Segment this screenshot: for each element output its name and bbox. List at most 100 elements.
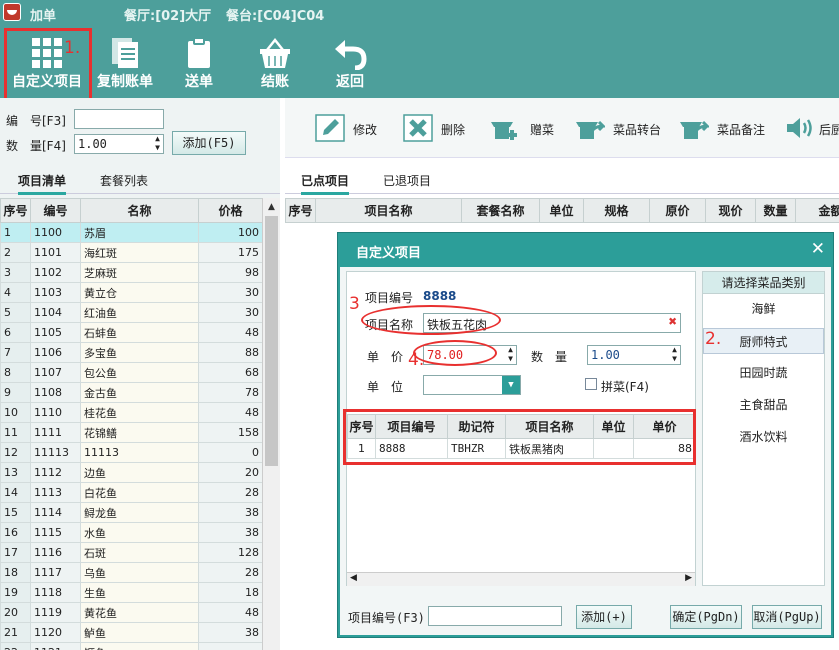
scroll-thumb[interactable] xyxy=(265,216,278,466)
table-row[interactable]: 9 1108 金古鱼 78 xyxy=(0,382,263,403)
left-tabs: 项目清单 套餐列表 xyxy=(0,168,280,195)
ok-button[interactable]: 确定(PgDn) xyxy=(670,605,742,629)
tab-ordered[interactable]: 已点项目 xyxy=(301,172,350,195)
cell-price: 88 xyxy=(198,342,263,363)
cancel-button[interactable]: 取消(PgUp) xyxy=(752,605,822,629)
close-icon[interactable]: ✕ xyxy=(811,239,825,259)
table-row[interactable]: 2 1101 海红斑 175 xyxy=(0,242,263,263)
highlight-item-grid xyxy=(343,409,696,465)
table-row[interactable]: 15 1114 鲟龙鱼 38 xyxy=(0,502,263,523)
bottom-code-input[interactable] xyxy=(428,606,562,626)
cell-code: 1110 xyxy=(30,402,81,423)
col-code[interactable]: 编号 xyxy=(30,198,81,223)
cell-no: 11 xyxy=(0,422,31,443)
ordered-col[interactable]: 序号 xyxy=(285,198,316,223)
annotation-4: 4. xyxy=(408,350,425,370)
ordered-col[interactable]: 现价 xyxy=(705,198,756,223)
ordered-col[interactable]: 规格 xyxy=(583,198,650,223)
tab-items[interactable]: 项目清单 xyxy=(18,172,67,195)
table-row[interactable]: 14 1113 白花鱼 28 xyxy=(0,482,263,503)
cell-no: 9 xyxy=(0,382,31,403)
cell-code: 1112 xyxy=(30,462,81,483)
col-name[interactable]: 名称 xyxy=(80,198,199,223)
table-row[interactable]: 10 1110 桂花鱼 48 xyxy=(0,402,263,423)
ordered-col[interactable]: 套餐名称 xyxy=(461,198,540,223)
col-no[interactable]: 序号 xyxy=(0,198,31,223)
table-row[interactable]: 16 1115 水鱼 38 xyxy=(0,522,263,543)
add-button[interactable]: 添加(F5) xyxy=(172,131,246,155)
table-row[interactable]: 1 1100 苏眉 100 xyxy=(0,222,263,243)
back-button[interactable]: 返回 xyxy=(320,26,380,98)
cell-price: 48 xyxy=(198,402,263,423)
copy-document-icon xyxy=(112,38,138,68)
scroll-right-icon[interactable]: ▶ xyxy=(685,573,692,583)
dialog-add-button[interactable]: 添加(+) xyxy=(576,605,632,629)
tab-packages[interactable]: 套餐列表 xyxy=(100,172,148,192)
grid-hscrollbar[interactable]: ◀ ▶ xyxy=(347,572,695,586)
cell-name: 白花鱼 xyxy=(80,482,199,503)
code-label: 编 号[F3] xyxy=(6,114,66,128)
ordered-col[interactable]: 金额 xyxy=(795,198,839,223)
table-row[interactable]: 13 1112 边鱼 20 xyxy=(0,462,263,483)
table-row[interactable]: 5 1104 红油鱼 30 xyxy=(0,302,263,323)
table-row[interactable]: 20 1119 黄花鱼 48 xyxy=(0,602,263,623)
unit-select[interactable]: ▼ xyxy=(423,375,521,395)
col-price[interactable]: 价格 xyxy=(198,198,263,223)
cell-code: 1105 xyxy=(30,322,81,343)
table-row[interactable]: 7 1106 多宝鱼 88 xyxy=(0,342,263,363)
transfer-dish-button[interactable]: 菜品转台 xyxy=(575,114,665,144)
price-arrows-icon[interactable]: ▲ ▼ xyxy=(508,345,513,363)
checkout-button[interactable]: 结账 xyxy=(244,26,306,98)
table-row[interactable]: 6 1105 石蚌鱼 48 xyxy=(0,322,263,343)
combo-checkbox[interactable] xyxy=(585,378,597,390)
qty-dialog-value: 1.00 xyxy=(591,348,620,362)
edit-button[interactable]: 修改 xyxy=(315,114,385,144)
table-row[interactable]: 12 11113 11113 0 xyxy=(0,442,263,463)
ordered-col[interactable]: 原价 xyxy=(649,198,706,223)
ordered-col[interactable]: 数量 xyxy=(755,198,796,223)
qty-arrows-icon[interactable]: ▲ ▼ xyxy=(672,345,677,363)
ordered-col[interactable]: 项目名称 xyxy=(315,198,462,223)
clear-icon[interactable]: ✖ xyxy=(669,314,677,330)
category-staples-desserts[interactable]: 主食甜品 xyxy=(703,392,824,418)
copy-bill-button[interactable]: 复制账单 xyxy=(90,26,160,98)
items-scrollbar[interactable]: ▲ xyxy=(262,198,280,650)
table-row[interactable]: 19 1118 生鱼 18 xyxy=(0,582,263,603)
qty-stepper[interactable]: 1.00 ▲ ▼ xyxy=(74,134,164,154)
cell-price: 38 xyxy=(198,502,263,523)
cell-code: 1115 xyxy=(30,522,81,543)
table-row[interactable]: 17 1116 石斑 128 xyxy=(0,542,263,563)
qty-dialog-stepper[interactable]: 1.00 ▲ ▼ xyxy=(587,345,681,365)
cell-code: 1111 xyxy=(30,422,81,443)
table-row[interactable]: 21 1120 鲈鱼 38 xyxy=(0,622,263,643)
dish-note-button[interactable]: 菜品备注 xyxy=(679,114,769,144)
kitchen-broadcast-button[interactable]: 后厨 xyxy=(785,114,839,144)
tab-returned[interactable]: 已退项目 xyxy=(383,172,431,192)
clipboard-icon xyxy=(188,37,210,68)
scroll-left-icon[interactable]: ◀ xyxy=(350,573,357,583)
table-row[interactable]: 4 1103 黄立仓 30 xyxy=(0,282,263,303)
chevron-down-icon[interactable]: ▼ xyxy=(502,376,520,394)
code-input[interactable] xyxy=(74,109,164,129)
cell-name: 包公鱼 xyxy=(80,362,199,383)
table-row[interactable]: 221121鳜鱼 xyxy=(0,642,263,650)
table-row[interactable]: 18 1117 乌鱼 28 xyxy=(0,562,263,583)
scroll-up-icon[interactable]: ▲ xyxy=(263,200,280,214)
table-row[interactable]: 3 1102 芝麻斑 98 xyxy=(0,262,263,283)
delete-button[interactable]: 删除 xyxy=(403,114,473,144)
gift-dish-button[interactable]: 赠菜 xyxy=(490,114,562,144)
send-order-button[interactable]: 送单 xyxy=(168,26,230,98)
left-panel: 编 号[F3] 数 量[F4] 1.00 ▲ ▼ 添加(F5) 项目清单 套餐列表… xyxy=(0,98,280,650)
category-vegetables[interactable]: 田园时蔬 xyxy=(703,360,824,386)
ordered-col[interactable]: 单位 xyxy=(539,198,584,223)
transfer-label: 菜品转台 xyxy=(613,123,662,137)
cell-code: 1121 xyxy=(30,642,81,650)
table-row[interactable]: 11 1111 花锦鳝 158 xyxy=(0,422,263,443)
category-seafood[interactable]: 海鲜 xyxy=(703,296,824,322)
highlight-price xyxy=(413,340,497,366)
table-row[interactable]: 8 1107 包公鱼 68 xyxy=(0,362,263,383)
cell-name: 花锦鳝 xyxy=(80,422,199,443)
cell-no: 7 xyxy=(0,342,31,363)
category-drinks[interactable]: 酒水饮料 xyxy=(703,424,824,450)
stepper-arrows-icon[interactable]: ▲ ▼ xyxy=(155,134,160,152)
